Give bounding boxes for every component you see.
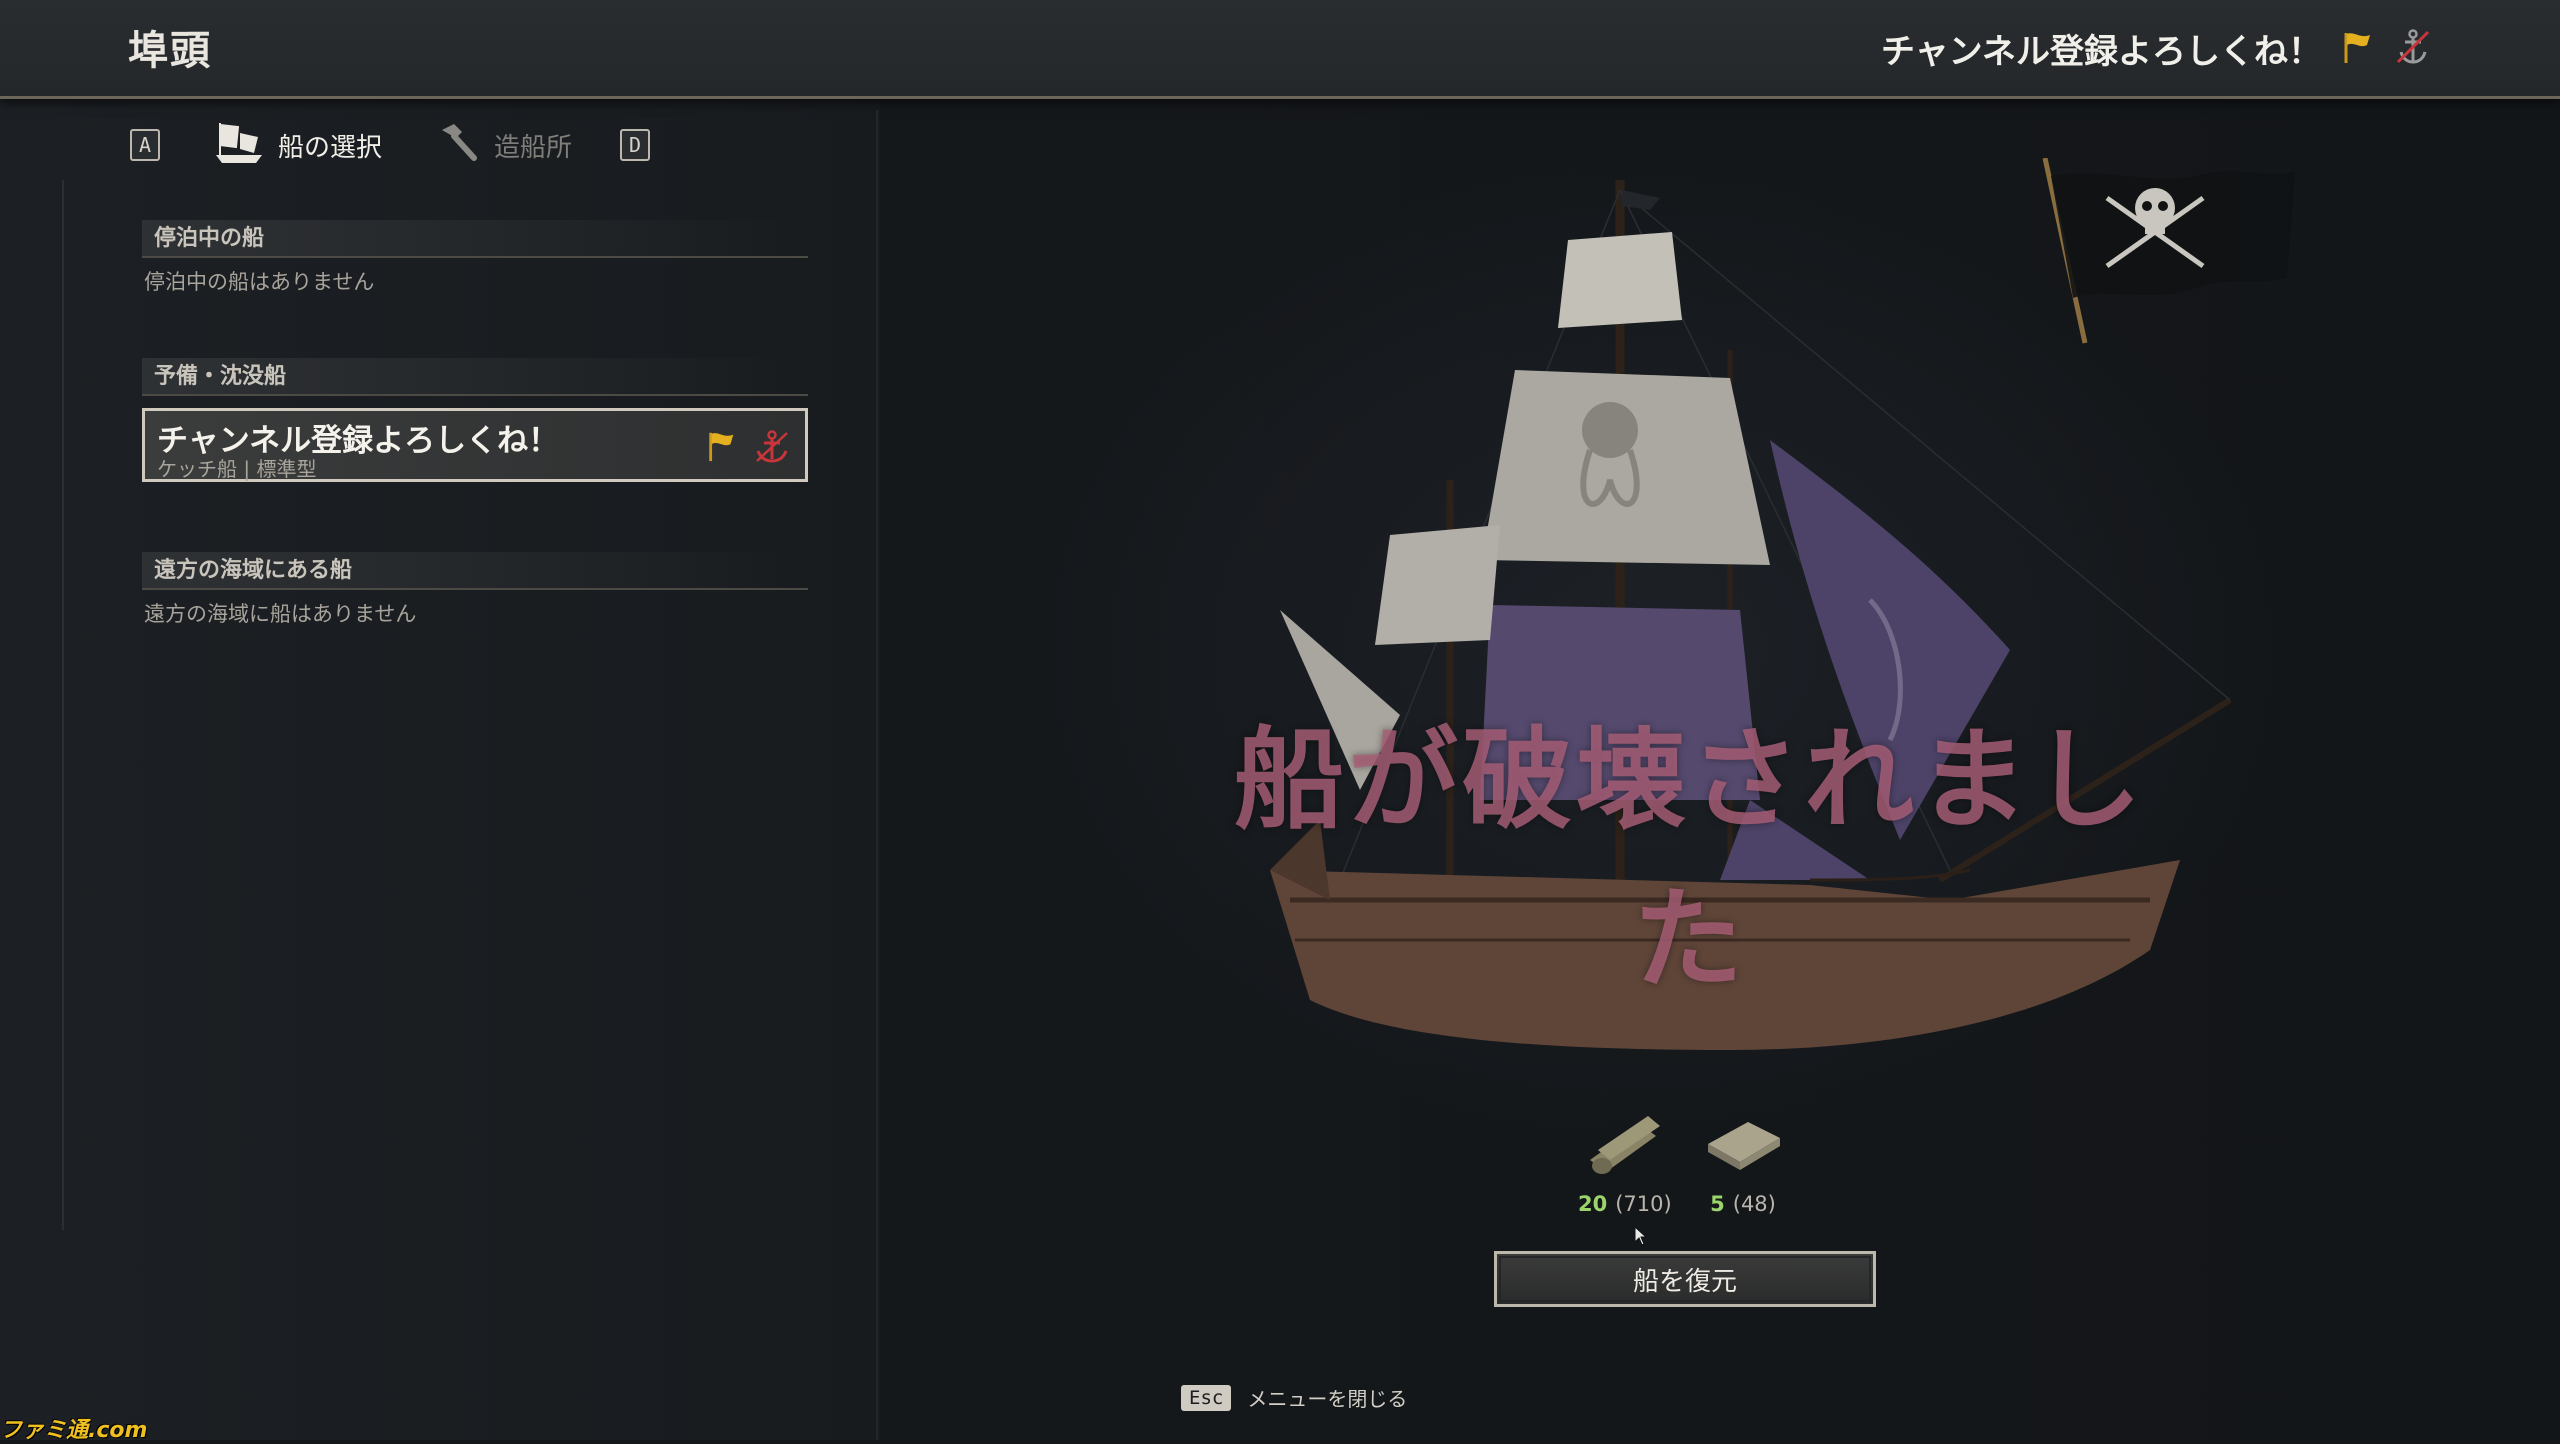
ship-card[interactable]: チャンネル登録よろしくね！ ケッチ船 | 標準型 [142,408,808,482]
restore-ship-button[interactable]: 船を復元 [1494,1251,1876,1307]
esc-key[interactable]: Esc [1181,1384,1232,1411]
mouse-cursor-icon [1634,1225,1648,1250]
yellow-flag-icon [705,429,739,469]
tab-ship-select-label: 船の選択 [278,132,383,163]
cloth-icon [1698,1110,1788,1184]
yellow-flag-icon [2340,29,2376,69]
distant-ships-section: 遠方の海域にある船 遠方の海域に船はありません [142,552,808,628]
resource-wood-have: 20 [1578,1192,1608,1216]
next-tab-key[interactable]: D [620,129,651,161]
ship-select-icon [214,119,264,172]
docked-ships-empty: 停泊中の船はありません [144,270,375,294]
prev-tab-key[interactable]: A [130,129,160,161]
panel-divider [876,110,878,1440]
left-rail-line [62,180,64,1230]
sunk-anchor-icon [753,429,791,469]
distant-ships-empty: 遠方の海域に船はありません [144,602,417,626]
top-bar: 埠頭 チャンネル登録よろしくね！ [0,0,2560,99]
anchor-crossed-icon [2394,28,2432,70]
resource-wood-total: (710) [1615,1192,1672,1216]
current-ship-name: チャンネル登録よろしくね！ [1881,32,2322,72]
hammer-icon [436,120,480,171]
tab-ship-select[interactable]: 船の選択 [214,119,382,172]
resource-cloth-total: (48) [1732,1192,1776,1216]
tab-shipyard-label: 造船所 [494,132,573,163]
resource-wood: 20 (710) [1578,1110,1672,1216]
watermark-logo: ファミ通.com [0,1418,148,1443]
wood-icon [1580,1110,1670,1184]
page-title: 埠頭 [128,28,212,74]
ship-card-icons [705,429,791,469]
close-menu-label: メニューを閉じる [1247,1387,1408,1411]
resource-cloth: 5 (48) [1698,1110,1788,1216]
tab-bar: A 船の選択 造船所 D [130,120,651,171]
distant-ships-heading: 遠方の海域にある船 [142,552,808,590]
ship-destroyed-message: 船が破壊されました [1234,716,2146,1004]
docked-ships-section: 停泊中の船 停泊中の船はありません [142,220,808,296]
resource-cloth-have: 5 [1710,1192,1725,1216]
resource-wood-count: 20 (710) [1578,1192,1672,1216]
reserve-ships-section: 予備・沈没船 チャンネル登録よろしくね！ ケッチ船 | 標準型 [142,358,808,482]
tab-shipyard[interactable]: 造船所 [436,120,572,171]
reserve-ships-heading: 予備・沈没船 [142,358,808,396]
footer-hint: Esc メニューを閉じる [1181,1383,1407,1412]
resource-cloth-count: 5 (48) [1710,1192,1776,1216]
current-ship-indicator: チャンネル登録よろしくね！ [1881,24,2432,73]
ship-card-type: ケッチ船 | 標準型 [157,457,317,481]
docked-ships-heading: 停泊中の船 [142,220,808,258]
